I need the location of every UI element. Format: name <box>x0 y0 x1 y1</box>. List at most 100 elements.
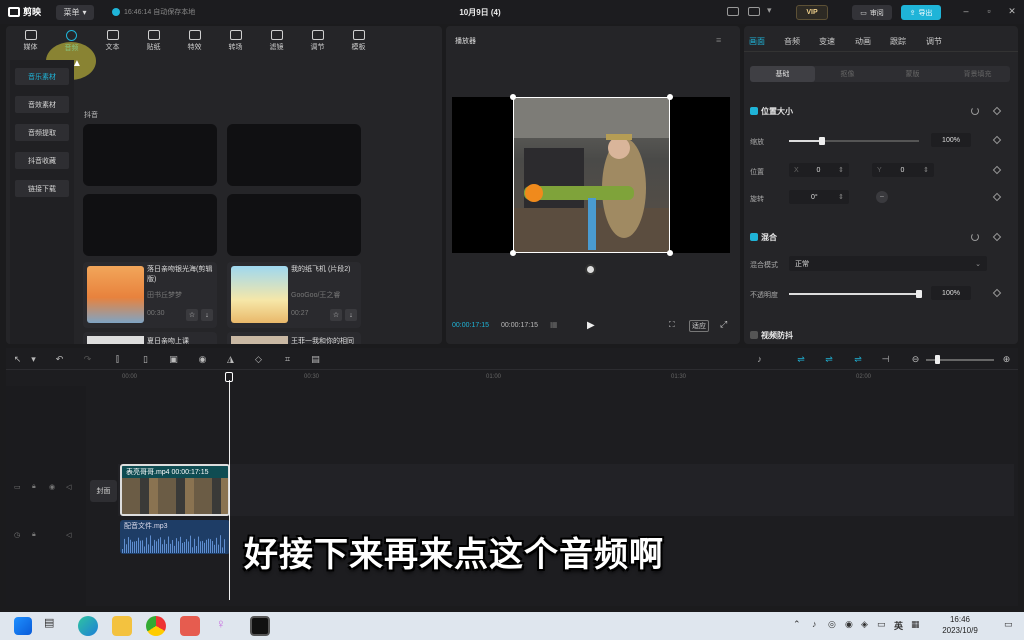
rotate-handle[interactable] <box>585 264 596 275</box>
favorite-icon[interactable]: ☆ <box>186 309 198 321</box>
taskbar-clock[interactable]: 16:46 2023/10/9 <box>930 614 990 636</box>
music-item[interactable]: 王菲一我和你的相同 <box>227 332 361 344</box>
maximize-icon[interactable]: ▫ <box>983 6 995 16</box>
stepper-icon[interactable]: ⇕ <box>838 166 844 174</box>
keyboard-icon[interactable] <box>727 7 739 16</box>
position-x-input[interactable]: X 0 ⇕ <box>789 163 849 177</box>
resize-handle[interactable] <box>667 94 673 100</box>
tab-prop-audio[interactable]: 音频 <box>784 36 800 47</box>
fullscreen-icon[interactable]: ⤢ <box>720 319 727 330</box>
chevron-down-icon[interactable]: ▾ <box>28 354 39 365</box>
rotate-dial-icon[interactable]: – <box>876 191 888 203</box>
seg-matting[interactable]: 抠像 <box>815 66 880 82</box>
focus-icon[interactable]: ⛶ <box>669 320 675 330</box>
blend-checkbox[interactable] <box>750 233 758 241</box>
play-circle-icon[interactable]: ◉ <box>197 354 208 365</box>
speaker-icon[interactable]: ◁ <box>66 531 71 539</box>
menu-icon[interactable]: ≡ <box>716 35 721 45</box>
export-button[interactable]: ⇪ 导出 <box>901 5 941 20</box>
tab-sticker[interactable]: 贴纸 <box>133 26 174 56</box>
vip-badge[interactable]: VIP <box>796 5 828 20</box>
video-clip[interactable]: 表亮哥哥.mp4 00:00:17:15 <box>120 464 230 516</box>
reset-icon[interactable] <box>971 107 979 115</box>
minimize-icon[interactable]: – <box>960 6 972 16</box>
loading-card[interactable] <box>83 124 217 186</box>
link-icon[interactable]: ⇌ <box>851 354 865 365</box>
audio-clip[interactable]: 配音文件.mp3 <box>120 520 230 554</box>
chrome-icon[interactable] <box>146 616 166 636</box>
redo-icon[interactable]: ↷ <box>82 354 93 365</box>
stabilize-checkbox[interactable] <box>750 331 758 339</box>
layout-icon[interactable] <box>748 7 760 16</box>
ime-icon[interactable]: ▦ <box>911 619 920 630</box>
seg-mask[interactable]: 蒙版 <box>880 66 945 82</box>
resize-handle[interactable] <box>667 250 673 256</box>
video-preview[interactable] <box>513 97 670 253</box>
rotate-input[interactable]: 0° ⇕ <box>789 190 849 204</box>
loading-card[interactable] <box>227 194 361 256</box>
notification-icon[interactable]: ▭ <box>1004 619 1013 630</box>
side-item-extract[interactable]: 音频提取 <box>15 124 69 141</box>
scale-slider-knob[interactable] <box>818 137 825 145</box>
seg-basic[interactable]: 基础 <box>750 66 815 82</box>
freeze-icon[interactable]: ▣ <box>168 354 179 365</box>
file-explorer-icon[interactable] <box>112 616 132 636</box>
tray-app-icon[interactable]: ◉ <box>845 619 853 630</box>
playhead[interactable] <box>229 380 230 600</box>
zoom-slider-knob[interactable] <box>935 355 940 364</box>
microphone-icon[interactable]: ♪ <box>754 354 765 365</box>
tab-filter[interactable]: 滤镜 <box>256 26 297 56</box>
zoom-in-icon[interactable]: ⊕ <box>1001 354 1012 365</box>
side-item-sfx[interactable]: 音效素材 <box>15 96 69 113</box>
video-track[interactable] <box>118 464 1014 516</box>
tab-transition[interactable]: 转场 <box>215 26 256 56</box>
preview-axis-icon[interactable]: ⊣ <box>880 354 891 365</box>
recorder-icon[interactable]: ♀ <box>216 616 236 636</box>
download-icon[interactable]: ↓ <box>345 309 357 321</box>
menu-button[interactable]: 菜单 ▾ <box>56 5 94 20</box>
crop-icon[interactable]: ⌗ <box>282 354 293 365</box>
undo-icon[interactable]: ↶ <box>54 354 65 365</box>
tab-text[interactable]: 文本 <box>92 26 133 56</box>
task-view-icon[interactable]: ▤ <box>44 616 64 636</box>
tab-media[interactable]: 媒体 <box>10 26 51 56</box>
music-item[interactable]: 夏日亲吻上课 <box>83 332 217 344</box>
download-icon[interactable]: ↓ <box>201 309 213 321</box>
zoom-out-icon[interactable]: ⊖ <box>910 354 921 365</box>
side-item-music[interactable]: 音乐素材 <box>15 68 69 85</box>
loading-card[interactable] <box>83 194 217 256</box>
link-main-track-icon[interactable]: ⇌ <box>794 354 808 365</box>
mirror-icon[interactable]: ◮ <box>225 354 236 365</box>
resize-handle[interactable] <box>510 250 516 256</box>
tab-adjust[interactable]: 调节 <box>297 26 338 56</box>
position-size-checkbox[interactable] <box>750 107 758 115</box>
scale-input[interactable]: 100% <box>931 133 971 147</box>
app-icon[interactable] <box>180 616 200 636</box>
tray-app-icon[interactable]: ◎ <box>828 619 836 630</box>
opacity-slider-knob[interactable] <box>916 290 922 298</box>
music-item[interactable]: 我的纸飞机 (片段2) GooGoo/王之睿 00:27 ☆ ↓ <box>227 262 361 328</box>
cover-button[interactable]: 封面 <box>90 480 117 502</box>
review-button[interactable]: ▭ 审阅 <box>852 5 892 20</box>
side-item-link-download[interactable]: 链接下载 <box>15 180 69 197</box>
network-icon[interactable]: ▭ <box>877 619 886 630</box>
capcut-taskbar-icon[interactable] <box>250 616 270 636</box>
delete-icon[interactable]: ▯ <box>140 354 151 365</box>
image-icon[interactable]: ▤ <box>310 354 321 365</box>
tray-app-icon[interactable]: ◈ <box>861 619 868 630</box>
ratio-button[interactable]: 适应 <box>689 320 709 332</box>
playhead-handle[interactable] <box>225 372 233 382</box>
tab-prop-adjust[interactable]: 调节 <box>926 36 942 47</box>
reset-icon[interactable] <box>971 233 979 241</box>
stepper-icon[interactable]: ⇕ <box>838 193 844 201</box>
input-lang-indicator[interactable]: 英 <box>894 619 903 632</box>
magnet-icon[interactable]: ⇌ <box>822 354 836 365</box>
mic-tray-icon[interactable]: ♪ <box>812 619 817 629</box>
blend-mode-select[interactable]: 正常 ⌄ <box>789 256 987 271</box>
split-icon[interactable]: ⫿ <box>112 354 123 365</box>
grid-icon[interactable]: ▦ <box>550 320 558 329</box>
position-y-input[interactable]: Y 0 ⇕ <box>872 163 934 177</box>
lock-icon[interactable]: 🔒︎ <box>32 531 36 539</box>
loading-card[interactable] <box>227 124 361 186</box>
opacity-input[interactable]: 100% <box>931 286 971 300</box>
